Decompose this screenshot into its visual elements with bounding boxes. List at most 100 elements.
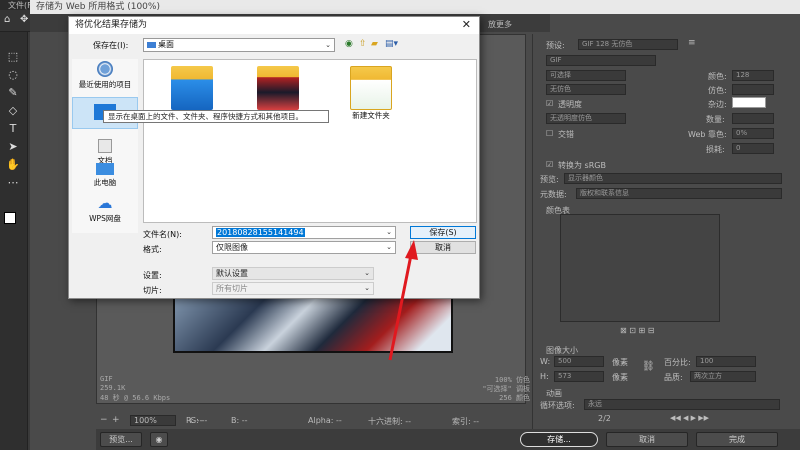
settings-value: 默认设置 <box>216 269 248 278</box>
zoom-select[interactable]: 100% <box>130 415 176 426</box>
documents-icon <box>98 139 112 153</box>
metadata-select[interactable]: 版权和联系信息 <box>576 188 782 199</box>
store-button[interactable]: 存储... <box>520 432 598 447</box>
place-this-pc[interactable]: 此电脑 <box>72 163 138 188</box>
format-value: 仅限图像 <box>216 243 248 252</box>
transparency-checkbox[interactable]: ☑ <box>546 99 553 108</box>
width-label: W: <box>540 357 551 366</box>
format-select[interactable]: GIF <box>546 55 656 66</box>
preview-select[interactable]: 显示器颜色 <box>564 173 782 184</box>
colors-input[interactable]: 128 <box>732 70 774 81</box>
select-tool-icon[interactable]: ➤ <box>6 140 20 154</box>
save-in-select[interactable]: 桌面 ⌄ <box>143 38 335 52</box>
interlace-checkbox[interactable]: ☐ <box>546 129 553 138</box>
lossy-input[interactable]: 0 <box>732 143 774 154</box>
zoom-in-icon[interactable]: + <box>112 415 120 425</box>
amount-input[interactable] <box>732 113 774 124</box>
tab-more[interactable]: 放更多 <box>488 19 512 30</box>
file-item[interactable]: 新建文件夹 <box>336 66 406 121</box>
slices-value: 所有切片 <box>216 284 248 293</box>
back-icon[interactable]: ◉ <box>345 39 353 49</box>
brush-tool-icon[interactable]: ✎ <box>6 86 20 100</box>
reduction-select[interactable]: 可选择 <box>546 70 626 81</box>
chevron-down-icon: ⌄ <box>364 269 370 277</box>
bottom-bar: 预览... ◉ 存储... 取消 完成 <box>96 429 800 450</box>
trans-dither-select[interactable]: 无透明度仿色 <box>546 113 626 124</box>
width-input[interactable]: 500 <box>554 356 604 367</box>
color-table[interactable] <box>560 214 720 322</box>
image-size-label: 图像大小 <box>546 346 578 355</box>
move-tool-icon[interactable]: ✥ <box>20 14 28 25</box>
matte-label: 杂边: <box>708 100 727 109</box>
percent-label: 百分比: <box>664 358 691 367</box>
websnap-input[interactable]: 0% <box>732 128 774 139</box>
percent-input[interactable]: 100 <box>696 356 756 367</box>
place-recent[interactable]: 最近使用的项目 <box>72 61 138 90</box>
new-folder-icon[interactable]: ▰ <box>371 39 378 49</box>
alpha-value: Alpha: -- <box>308 416 342 425</box>
link-icon[interactable]: ⛓ <box>642 361 655 372</box>
filename-value: 20180828155141494 <box>216 228 305 237</box>
zoom-out-icon[interactable]: − <box>100 415 108 425</box>
panel-menu-icon[interactable]: ≡ <box>688 38 696 48</box>
up-folder-icon[interactable]: ⇧ <box>359 39 367 49</box>
home-icon[interactable]: ⌂ <box>4 14 10 25</box>
quality-label: 品质: <box>664 373 683 382</box>
save-as-dialog: 将优化结果存储为 ✕ 保存在(I): 桌面 ⌄ ◉ ⇧ ▰ ▤▾ 最近使用的项目… <box>68 16 480 299</box>
loop-select[interactable]: 永远 <box>584 399 780 410</box>
foreground-color[interactable] <box>4 212 16 224</box>
hand-tool-icon[interactable]: ✋ <box>6 158 20 172</box>
preset-select[interactable]: GIF 128 无仿色 <box>578 39 678 50</box>
animation-label: 动画 <box>546 389 562 398</box>
recent-icon <box>97 61 113 77</box>
folder-icon <box>171 66 213 110</box>
place-wps-cloud[interactable]: ☁ WPS网盘 <box>72 195 138 224</box>
close-icon[interactable]: ✕ <box>462 18 471 31</box>
file-list[interactable]: 新建文件夹 <box>143 59 477 223</box>
save-button[interactable]: 保存(S) <box>410 226 476 239</box>
colors-label: 颜色: <box>708 72 727 81</box>
frame-controls[interactable]: ◀◀ ◀ ▶ ▶▶ <box>670 414 709 422</box>
cancel-button[interactable]: 取消 <box>606 432 688 447</box>
info-speed: 48 秒 @ 56.6 Kbps <box>100 394 171 402</box>
view-menu-icon[interactable]: ▤▾ <box>385 39 398 49</box>
lasso-tool-icon[interactable]: ◌ <box>6 68 20 82</box>
dither-select[interactable]: 无仿色 <box>546 84 626 95</box>
convert-checkbox[interactable]: ☑ <box>546 160 553 169</box>
ps-toolbar: ⬚ ◌ ✎ ◇ T ➤ ✋ ⋯ <box>0 32 28 450</box>
folder-icon <box>257 66 299 110</box>
more-tools-icon[interactable]: ⋯ <box>6 176 20 190</box>
index-value: 索引: -- <box>452 417 480 426</box>
height-input[interactable]: 573 <box>554 371 604 382</box>
matte-swatch[interactable] <box>732 97 766 108</box>
g-value: G: -- <box>190 416 208 425</box>
filename-input[interactable]: 20180828155141494 ⌄ <box>212 226 396 239</box>
format-select[interactable]: 仅限图像 ⌄ <box>212 241 396 254</box>
quality-select[interactable]: 两次立方 <box>690 371 756 382</box>
file-item[interactable] <box>250 66 306 110</box>
preview-button[interactable]: 预览... <box>100 432 142 447</box>
places-bar: 最近使用的项目 桌面 文档 此电脑 ☁ WPS网盘 <box>72 59 138 233</box>
websnap-label: Web 靠色: <box>688 130 727 139</box>
marquee-tool-icon[interactable]: ⬚ <box>6 50 20 64</box>
place-documents[interactable]: 文档 <box>72 139 138 166</box>
dialog-title: 将优化结果存储为 <box>69 17 479 34</box>
dither-input[interactable] <box>732 84 774 95</box>
place-this-pc-label: 此电脑 <box>93 178 117 187</box>
browser-icon[interactable]: ◉ <box>150 432 168 447</box>
preview-label: 预览: <box>540 175 559 184</box>
amount-label: 数量: <box>706 115 725 124</box>
filename-label: 文件名(N): <box>143 230 182 239</box>
settings-select[interactable]: 默认设置 ⌄ <box>212 267 374 280</box>
file-item[interactable] <box>164 66 220 110</box>
eraser-tool-icon[interactable]: ◇ <box>6 104 20 118</box>
done-button[interactable]: 完成 <box>696 432 778 447</box>
width-unit: 像素 <box>612 358 628 367</box>
place-recent-label: 最近使用的项目 <box>78 80 132 89</box>
cancel-button[interactable]: 取消 <box>410 241 476 254</box>
color-table-icons[interactable]: ⊠ ⊡ ⊞ ⊟ <box>620 326 654 335</box>
save-in-label: 保存在(I): <box>93 41 129 50</box>
loop-label: 循环选项: <box>540 401 575 410</box>
text-tool-icon[interactable]: T <box>6 122 20 136</box>
slices-select[interactable]: 所有切片 ⌄ <box>212 282 374 295</box>
